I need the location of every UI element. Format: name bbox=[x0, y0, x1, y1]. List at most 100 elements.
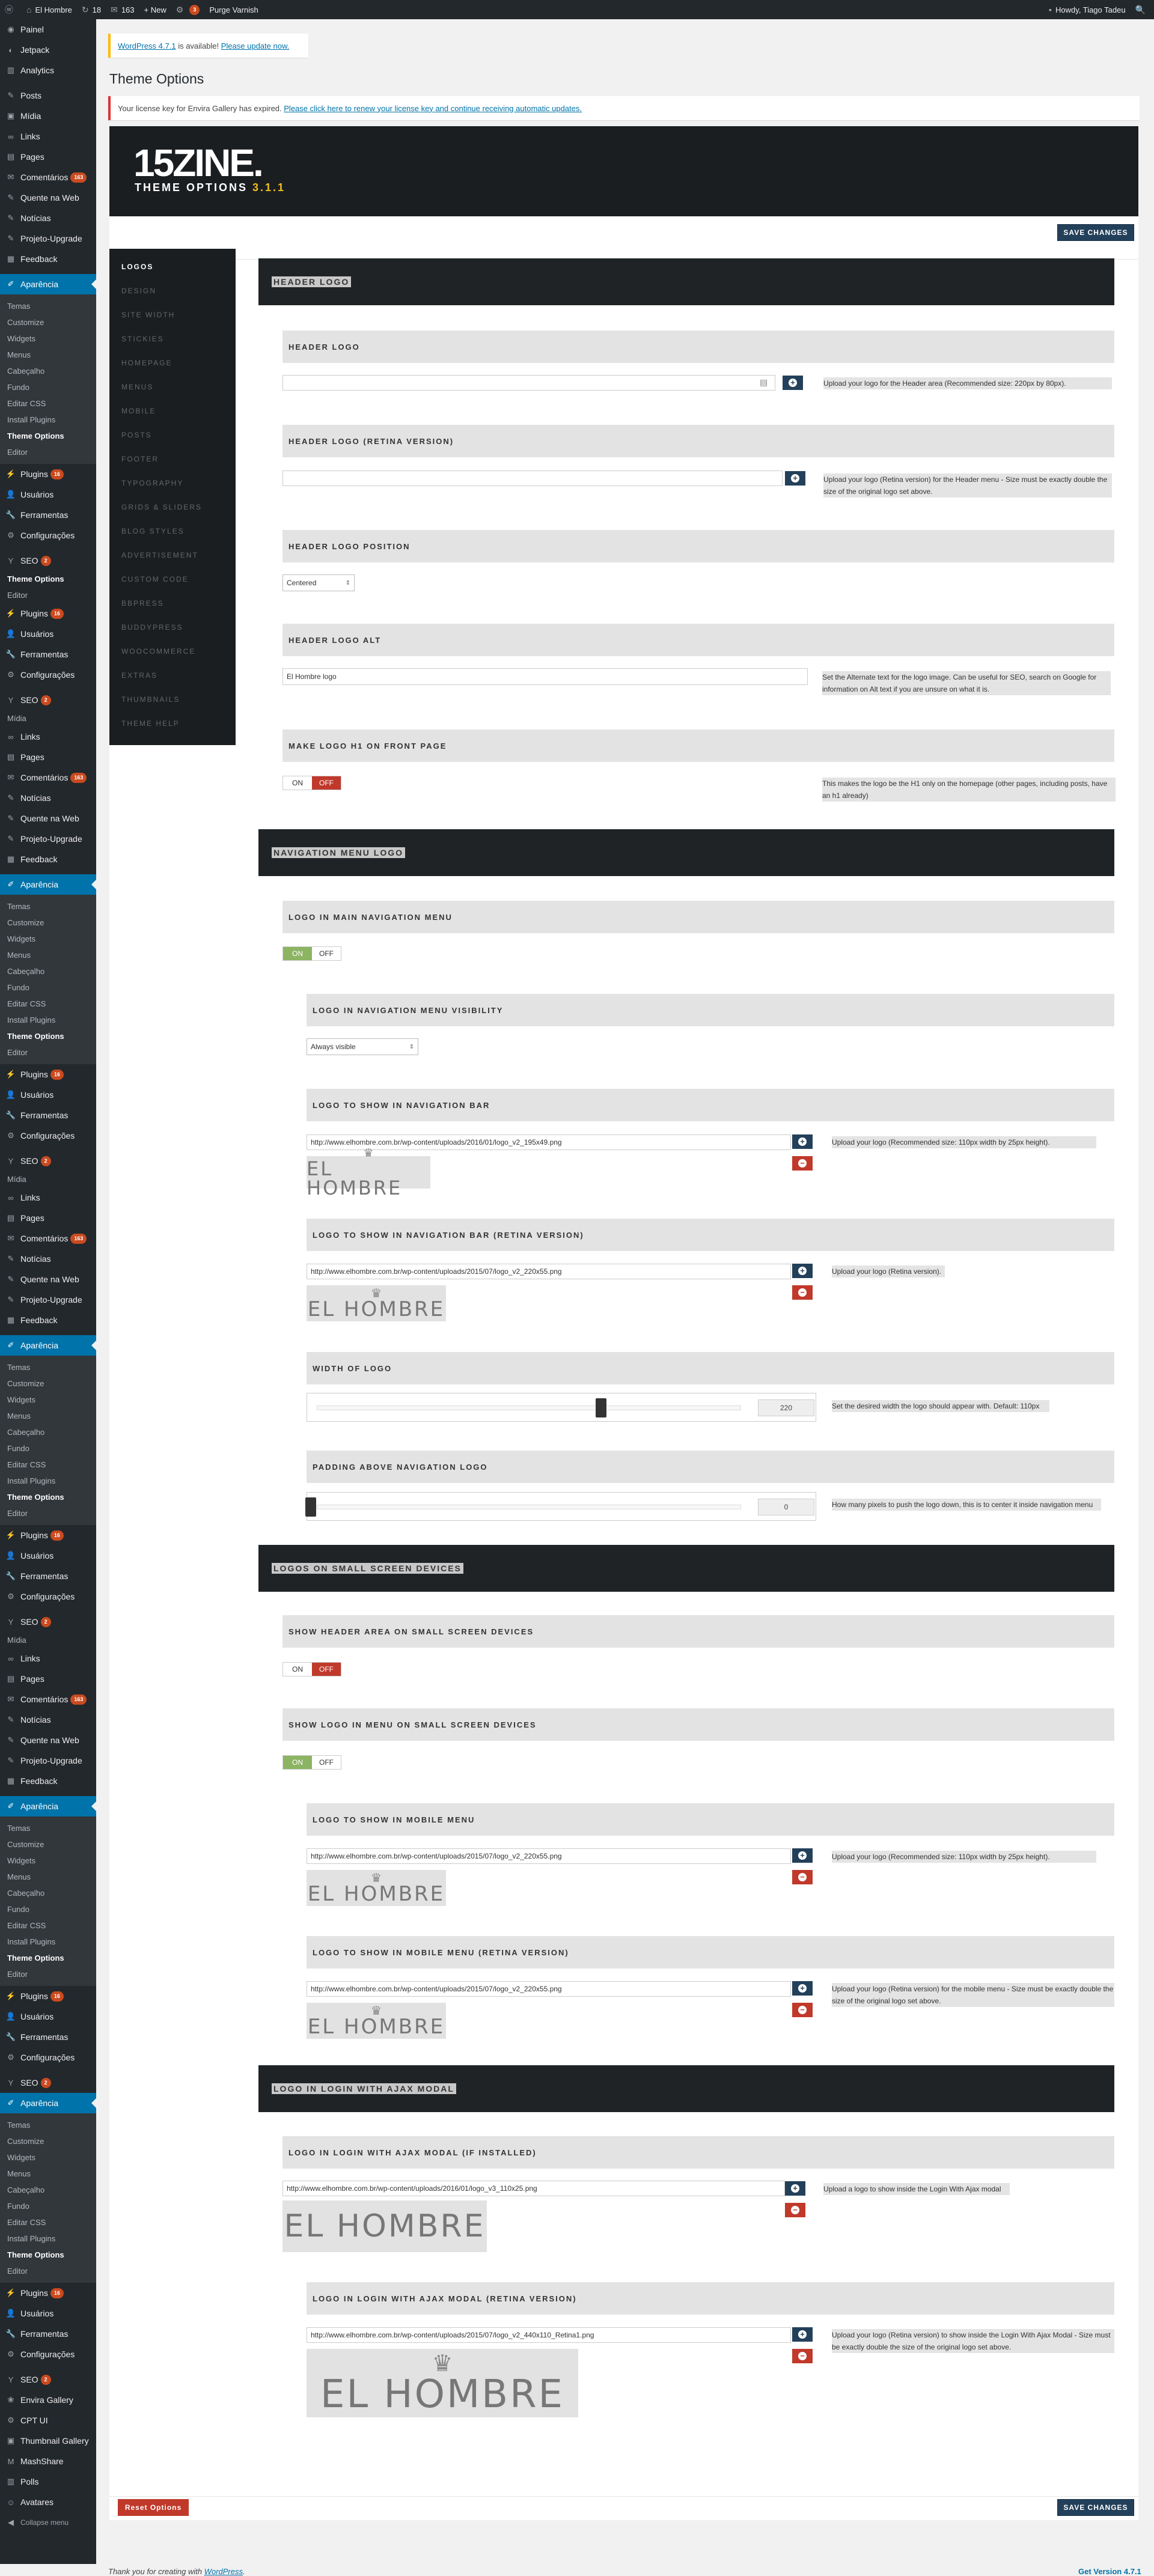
menu-item[interactable]: ∞ Links bbox=[0, 1648, 96, 1669]
logo-width-slider[interactable]: 220 bbox=[307, 1393, 816, 1422]
menu-item[interactable]: Y SEO 2 bbox=[0, 2072, 96, 2093]
menu-item[interactable]: ✉ Comentários 163 bbox=[0, 1689, 96, 1710]
mobile-logo-retina-upload-button[interactable]: + bbox=[792, 1981, 813, 1996]
menu-item[interactable]: ✎ Quente na Web bbox=[0, 1269, 96, 1290]
login-logo-retina-upload-button[interactable]: + bbox=[792, 2327, 813, 2342]
submenu-item[interactable]: Fundo bbox=[0, 1901, 96, 1917]
submenu-item[interactable]: Cabeçalho bbox=[0, 1424, 96, 1440]
toggle-on[interactable]: ON bbox=[283, 776, 312, 790]
submenu-item[interactable]: Install Plugins bbox=[0, 1934, 96, 1950]
search-icon[interactable]: 🔍 bbox=[1131, 0, 1154, 19]
submenu-item[interactable]: Temas bbox=[0, 1820, 96, 1836]
logo-width-value[interactable]: 220 bbox=[758, 1399, 814, 1416]
menu-item[interactable]: 👤 Usuários bbox=[0, 2303, 96, 2324]
menu-item[interactable]: ✐ Aparência bbox=[0, 274, 96, 294]
save-changes-button-top[interactable]: SAVE CHANGES bbox=[1057, 224, 1134, 241]
menu-item[interactable]: ▦ Feedback bbox=[0, 1310, 96, 1330]
tab-item[interactable]: THEME HELP bbox=[109, 711, 236, 735]
menu-item[interactable]: ✎ Quente na Web bbox=[0, 187, 96, 208]
comments-link[interactable]: ✉ 163 bbox=[106, 0, 139, 19]
toggle-off[interactable]: OFF bbox=[312, 1663, 341, 1676]
tab-item[interactable]: LOGOS bbox=[109, 255, 236, 279]
logo-padding-slider[interactable]: 0 bbox=[305, 1492, 816, 1521]
submenu-item[interactable]: Widgets bbox=[0, 1853, 96, 1869]
menu-item[interactable]: ⚡ Plugins 16 bbox=[0, 603, 96, 624]
menu-item[interactable]: Y SEO 2 bbox=[0, 690, 96, 710]
update-now-link[interactable]: Please update now. bbox=[221, 41, 289, 50]
menu-item[interactable]: 👤 Usuários bbox=[0, 2006, 96, 2027]
submenu-item[interactable]: Editor bbox=[0, 587, 96, 603]
mobile-logo-input[interactable]: http://www.elhombre.com.br/wp-content/up… bbox=[307, 1848, 791, 1864]
submenu-item[interactable]: Customize bbox=[0, 314, 96, 330]
submenu-item[interactable]: Menus bbox=[0, 1408, 96, 1424]
menu-item[interactable]: ✉ Comentários 163 bbox=[0, 167, 96, 187]
menu-item[interactable]: ⚙ Configurações bbox=[0, 1125, 96, 1146]
menu-item[interactable]: ✐ Aparência bbox=[0, 1335, 96, 1356]
submenu-item[interactable]: Theme Options bbox=[0, 2247, 96, 2263]
menu-item[interactable]: ⚙ CPT UI bbox=[0, 2410, 96, 2431]
tab-item[interactable]: BBPRESS bbox=[109, 591, 236, 615]
menu-item[interactable]: ▦ Feedback bbox=[0, 1771, 96, 1791]
menu-item[interactable]: ⚡ Plugins 16 bbox=[0, 1525, 96, 1545]
submenu-item[interactable]: Theme Options bbox=[0, 1028, 96, 1044]
tab-item[interactable]: GRIDS & SLIDERS bbox=[109, 495, 236, 519]
plugin-notice-link[interactable]: ⚙ 3 bbox=[171, 0, 205, 19]
submenu-item[interactable]: Editor bbox=[0, 444, 96, 460]
menu-item[interactable]: 🔧 Ferramentas bbox=[0, 2324, 96, 2344]
menu-item[interactable]: ▥ Polls bbox=[0, 2471, 96, 2492]
menu-item[interactable]: ⚙ Configurações bbox=[0, 1586, 96, 1607]
login-logo-input[interactable]: http://www.elhombre.com.br/wp-content/up… bbox=[282, 2181, 785, 2196]
submenu-item[interactable]: Cabeçalho bbox=[0, 963, 96, 979]
menu-item[interactable]: ⚙ Configurações bbox=[0, 2047, 96, 2068]
mobile-logo-retina-remove-button[interactable]: − bbox=[792, 2003, 813, 2017]
site-name-link[interactable]: ⌂ El Hombre bbox=[22, 0, 77, 19]
nav-bar-logo-retina-upload-button[interactable]: + bbox=[792, 1264, 813, 1278]
tab-item[interactable]: HOMEPAGE bbox=[109, 351, 236, 375]
updates-link[interactable]: ↻ 18 bbox=[77, 0, 106, 19]
menu-item[interactable]: ✎ Notícias bbox=[0, 1710, 96, 1730]
license-renew-link[interactable]: Please click here to renew your license … bbox=[284, 104, 582, 113]
menu-item[interactable]: M MashShare bbox=[0, 2451, 96, 2471]
submenu-item[interactable]: Editor bbox=[0, 1966, 96, 1982]
purge-varnish-link[interactable]: Purge Varnish bbox=[204, 0, 263, 19]
menu-item[interactable]: 👤 Usuários bbox=[0, 484, 96, 505]
menu-item[interactable]: ⚡ Plugins 16 bbox=[0, 1986, 96, 2006]
menu-item[interactable]: 🔧 Ferramentas bbox=[0, 1566, 96, 1586]
submenu-item[interactable]: Editor bbox=[0, 1044, 96, 1061]
tab-item[interactable]: WOOCOMMERCE bbox=[109, 639, 236, 663]
submenu-item[interactable]: Temas bbox=[0, 898, 96, 915]
logo-padding-value[interactable]: 0 bbox=[758, 1499, 814, 1515]
slider-track[interactable] bbox=[317, 1405, 741, 1410]
submenu-item[interactable]: Menus bbox=[0, 947, 96, 963]
mobile-logo-upload-button[interactable]: + bbox=[792, 1848, 813, 1863]
submenu-item[interactable]: Fundo bbox=[0, 379, 96, 395]
header-logo-input[interactable] bbox=[282, 375, 775, 391]
menu-item[interactable]: Y SEO 2 bbox=[0, 550, 96, 571]
menu-item[interactable]: ✎ Notícias bbox=[0, 208, 96, 228]
submenu-item[interactable]: Mídia bbox=[0, 1632, 96, 1648]
menu-item[interactable]: ◐ Jetpack bbox=[0, 40, 96, 60]
save-changes-button-bottom[interactable]: SAVE CHANGES bbox=[1057, 2499, 1134, 2516]
menu-item[interactable]: 👤 Usuários bbox=[0, 1545, 96, 1566]
tab-item[interactable]: SITE WIDTH bbox=[109, 303, 236, 327]
submenu-item[interactable]: Temas bbox=[0, 2117, 96, 2133]
menu-item[interactable]: ✎ Quente na Web bbox=[0, 1730, 96, 1750]
login-logo-retina-remove-button[interactable]: − bbox=[792, 2349, 813, 2363]
menu-item[interactable]: ❀ Envira Gallery bbox=[0, 2390, 96, 2410]
login-logo-remove-button[interactable]: − bbox=[785, 2203, 805, 2217]
menu-item[interactable]: 👤 Usuários bbox=[0, 1085, 96, 1105]
tab-item[interactable]: THUMBNAILS bbox=[109, 687, 236, 711]
submenu-item[interactable]: Theme Options bbox=[0, 1950, 96, 1966]
submenu-item[interactable]: Cabeçalho bbox=[0, 2182, 96, 2198]
submenu-item[interactable]: Fundo bbox=[0, 1440, 96, 1457]
submenu-item[interactable]: Install Plugins bbox=[0, 412, 96, 428]
toggle-off[interactable]: OFF bbox=[312, 1756, 341, 1769]
menu-item[interactable]: ▦ Feedback bbox=[0, 849, 96, 869]
menu-item[interactable]: ⚙ Configurações bbox=[0, 665, 96, 685]
menu-item[interactable]: 🔧 Ferramentas bbox=[0, 2027, 96, 2047]
tab-item[interactable]: DESIGN bbox=[109, 279, 236, 303]
submenu-item[interactable]: Editar CSS bbox=[0, 1457, 96, 1473]
menu-item[interactable]: ▤ Pages bbox=[0, 1208, 96, 1228]
menu-item[interactable]: ▥ Analytics bbox=[0, 60, 96, 81]
submenu-item[interactable]: Mídia bbox=[0, 710, 96, 726]
